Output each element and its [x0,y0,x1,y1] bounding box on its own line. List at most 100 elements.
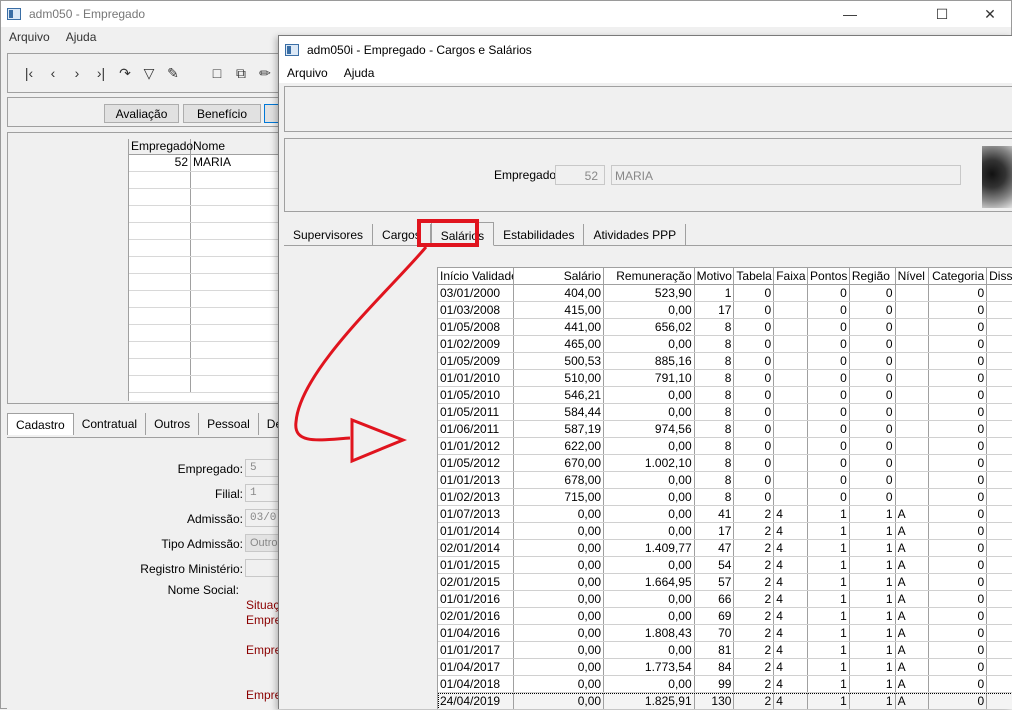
last-record-icon[interactable]: ›| [92,64,110,82]
table-row[interactable]: 01/02/2013 715,00 0,00 8 0 0 0 0 [438,489,1012,506]
menu-ajuda[interactable]: Ajuda [336,66,383,80]
table-row[interactable]: 01/01/2013 678,00 0,00 8 0 0 0 0 [438,472,1012,489]
front-toolbar [284,86,1012,132]
refresh-icon[interactable]: ↷ [116,64,134,82]
next-record-icon[interactable]: › [68,64,86,82]
previous-record-icon[interactable]: ‹ [44,64,62,82]
table-row[interactable]: 01/02/2009 465,00 0,00 8 0 0 0 0 [438,336,1012,353]
tab-cargos[interactable]: Cargos [373,224,431,245]
table-row[interactable]: 01/07/2013 0,00 0,00 41 2 4 1 1 A 0 [438,506,1012,523]
header-nome[interactable]: Nome [191,139,280,154]
tab-outros[interactable]: Outros [146,413,200,435]
menu-ajuda[interactable]: Ajuda [58,30,105,44]
header-faixa[interactable]: Faixa [774,268,809,284]
table-row[interactable]: 01/04/2017 0,00 1.773,54 84 2 4 1 1 A 0 [438,659,1012,676]
cell-faixa [774,472,809,488]
header-empregado[interactable]: Empregado [129,139,193,154]
cell-tabela: 2 [734,591,775,607]
cell-pontos: 1 [808,693,850,709]
table-row[interactable]: 01/01/2016 0,00 0,00 66 2 4 1 1 A 0 [438,591,1012,608]
cell-motivo: 81 [695,642,735,658]
table-row[interactable]: 01/04/2016 0,00 1.808,43 70 2 4 1 1 A 0 [438,625,1012,642]
cell-salario: 0,00 [514,506,605,522]
tab-pessoal[interactable]: Pessoal [199,413,259,435]
front-menubar: Arquivo Ajuda [279,63,1012,83]
tab-atividades-ppp[interactable]: Atividades PPP [584,224,687,245]
table-row[interactable]: 01/05/2012 670,00 1.002,10 8 0 0 0 0 [438,455,1012,472]
empregado-code-field[interactable]: 52 [555,165,605,185]
cell-pontos: 0 [808,353,850,369]
table-row[interactable]: 01/03/2008 415,00 0,00 17 0 0 0 0 [438,302,1012,319]
header-salario[interactable]: Salário [514,268,605,284]
cell-pontos: 1 [808,591,850,607]
header-dissi[interactable]: Dissi [987,268,1012,284]
cell-dissi [987,421,1012,437]
cell-categoria: 0 [929,489,988,505]
cell-nivel [896,353,930,369]
table-row[interactable]: 24/04/2019 0,00 1.825,91 130 2 4 1 1 A 0 [438,693,1012,709]
table-row[interactable]: 01/05/2011 584,44 0,00 8 0 0 0 0 [438,404,1012,421]
close-icon[interactable]: ✕ [967,1,1012,27]
tab-contratual[interactable]: Contratual [74,413,147,435]
cell-nivel: A [896,540,930,556]
header-categoria[interactable]: Categoria [929,268,988,284]
edit-icon[interactable]: ✏ [256,64,274,82]
cell-inicio-validade: 01/02/2009 [438,336,514,352]
beneficio-button[interactable]: Benefício [183,104,261,123]
admissao-label: Admissão: [186,512,243,526]
header-nivel[interactable]: Nível [896,268,930,284]
front-window: adm050i - Empregado - Cargos e Salários … [278,35,1012,709]
table-row[interactable]: 02/01/2016 0,00 0,00 69 2 4 1 1 A 0 [438,608,1012,625]
header-pontos[interactable]: Pontos [808,268,850,284]
table-row[interactable]: 01/01/2015 0,00 0,00 54 2 4 1 1 A 0 [438,557,1012,574]
cell-motivo: 8 [695,387,735,403]
table-row[interactable]: 02/01/2015 0,00 1.664,95 57 2 4 1 1 A 0 [438,574,1012,591]
table-row[interactable]: 01/01/2010 510,00 791,10 8 0 0 0 0 [438,370,1012,387]
cell-nivel [896,404,930,420]
eraser-icon[interactable]: ✎ [164,64,182,82]
menu-arquivo[interactable]: Arquivo [279,66,336,80]
header-regiao[interactable]: Região [850,268,896,284]
cell-dissi [987,540,1012,556]
header-remuneracao[interactable]: Remuneração [604,268,695,284]
table-row[interactable]: 52 MARIA [129,155,280,172]
table-row[interactable]: 03/01/2000 404,00 523,90 1 0 0 0 0 [438,285,1012,302]
cell-dissi [987,659,1012,675]
filter-icon[interactable]: ▽ [140,64,158,82]
cell-dissi [987,642,1012,658]
cell-tabela: 2 [734,608,775,624]
cell-pontos: 1 [808,540,850,556]
copy-icon[interactable]: ⧉ [232,64,250,82]
employee-grid[interactable]: Empregado Nome 52 MARIA [128,139,280,401]
table-row[interactable]: 01/05/2008 441,00 656,02 8 0 0 0 0 [438,319,1012,336]
table-row[interactable]: 02/01/2014 0,00 1.409,77 47 2 4 1 1 A 0 [438,540,1012,557]
avaliacao-button[interactable]: Avaliação [104,104,179,123]
empregado-name-field[interactable]: MARIA [611,165,961,185]
tab-cadastro[interactable]: Cadastro [7,413,74,435]
new-document-icon[interactable]: □ [208,64,226,82]
tab-supervisores[interactable]: Supervisores [284,224,374,245]
table-row[interactable]: 01/05/2010 546,21 0,00 8 0 0 0 0 [438,387,1012,404]
table-row[interactable]: 01/04/2018 0,00 0,00 99 2 4 1 1 A 0 [438,676,1012,693]
salarios-grid[interactable]: Início Validade Salário Remuneração Motivo T… [437,267,1012,709]
first-record-icon[interactable]: |‹ [20,64,38,82]
cell-inicio-validade: 01/05/2012 [438,455,514,471]
table-row[interactable]: 01/01/2012 622,00 0,00 8 0 0 0 0 [438,438,1012,455]
tab-estabilidades[interactable]: Estabilidades [494,224,585,245]
header-inicio-validade[interactable]: Início Validade [438,268,514,284]
empregado-label: Empregado: [494,168,560,182]
cell-nivel [896,370,930,386]
table-row[interactable]: 01/01/2014 0,00 0,00 17 2 4 1 1 A 0 [438,523,1012,540]
nome-social-label: Nome Social: [167,583,239,597]
cell-salario: 441,00 [514,319,605,335]
header-tabela[interactable]: Tabela [734,268,775,284]
menu-arquivo[interactable]: Arquivo [1,30,58,44]
table-row[interactable]: 01/05/2009 500,53 885,16 8 0 0 0 0 [438,353,1012,370]
maximize-icon[interactable]: ☐ [919,1,965,27]
header-motivo[interactable]: Motivo [695,268,735,284]
front-window-title: adm050i - Empregado - Cargos e Salários [307,42,532,57]
minimize-icon[interactable]: — [827,1,873,27]
table-row[interactable]: 01/01/2017 0,00 0,00 81 2 4 1 1 A 0 [438,642,1012,659]
tab-salarios[interactable]: Salários [430,222,495,246]
table-row[interactable]: 01/06/2011 587,19 974,56 8 0 0 0 0 [438,421,1012,438]
